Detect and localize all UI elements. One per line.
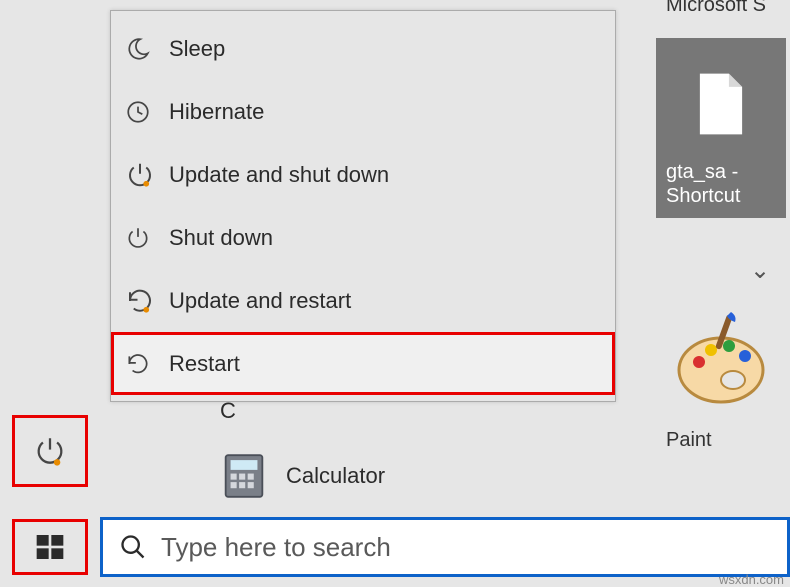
menu-label: Shut down bbox=[169, 225, 273, 251]
paint-icon bbox=[671, 310, 771, 410]
watermark: wsxdn.com bbox=[719, 572, 784, 587]
menu-item-update-shutdown[interactable]: Update and shut down bbox=[111, 143, 615, 206]
calculator-icon bbox=[220, 452, 268, 500]
document-icon bbox=[666, 48, 776, 160]
power-menu: Sleep Hibernate Update and shut down bbox=[110, 10, 616, 402]
menu-item-hibernate[interactable]: Hibernate bbox=[111, 80, 615, 143]
power-icon bbox=[33, 434, 67, 468]
tiles-column: Microsoft S ⌄ gta_sa - Shortcut ⌄ Paint bbox=[644, 0, 790, 587]
start-button[interactable] bbox=[12, 519, 88, 575]
menu-label: Sleep bbox=[169, 36, 225, 62]
app-list-item-calculator[interactable]: Calculator bbox=[220, 452, 385, 500]
app-list-section-header[interactable]: C bbox=[220, 398, 236, 424]
tile-caption: Paint bbox=[666, 428, 776, 452]
chevron-down-icon[interactable]: ⌄ bbox=[750, 256, 770, 276]
restart-icon bbox=[125, 348, 169, 380]
search-icon bbox=[119, 533, 147, 561]
tile-caption: gta_sa - Shortcut bbox=[666, 160, 776, 208]
clock-icon bbox=[125, 96, 169, 128]
start-panel: Sleep Hibernate Update and shut down bbox=[100, 0, 644, 516]
tile-gta-shortcut[interactable]: gta_sa - Shortcut bbox=[656, 38, 786, 218]
menu-item-sleep[interactable]: Sleep bbox=[111, 17, 615, 80]
power-button[interactable] bbox=[12, 415, 88, 487]
menu-item-update-restart[interactable]: Update and restart bbox=[111, 269, 615, 332]
tile-paint[interactable]: Paint bbox=[656, 290, 786, 480]
moon-icon bbox=[125, 33, 169, 65]
search-input[interactable] bbox=[161, 532, 771, 563]
menu-item-restart[interactable]: Restart bbox=[111, 332, 615, 395]
start-rail bbox=[0, 0, 100, 587]
section-letter: C bbox=[220, 398, 236, 424]
menu-label: Update and shut down bbox=[169, 162, 389, 188]
menu-label: Restart bbox=[169, 351, 240, 377]
menu-label: Update and restart bbox=[169, 288, 351, 314]
power-icon bbox=[125, 222, 169, 254]
taskbar-search[interactable] bbox=[100, 517, 790, 577]
app-label: Calculator bbox=[286, 463, 385, 489]
tile-group-label: Microsoft S bbox=[666, 0, 766, 17]
windows-icon bbox=[34, 531, 66, 563]
restart-update-icon bbox=[125, 285, 169, 317]
menu-label: Hibernate bbox=[169, 99, 264, 125]
power-update-icon bbox=[125, 159, 169, 191]
menu-item-shutdown[interactable]: Shut down bbox=[111, 206, 615, 269]
